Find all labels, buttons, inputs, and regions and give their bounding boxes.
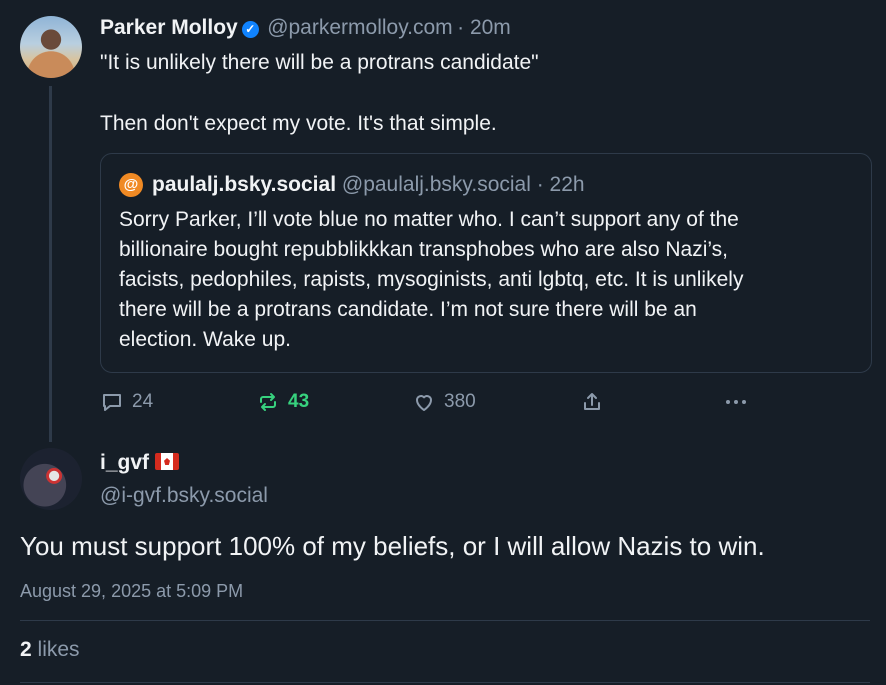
quote-author-handle[interactable]: @paulalj.bsky.social bbox=[342, 173, 531, 196]
reply-button[interactable]: 24 bbox=[100, 390, 153, 414]
likes-count: 2 bbox=[20, 638, 32, 661]
quote-time[interactable]: · 22h bbox=[537, 173, 585, 196]
quote-text-line: billionaire bought repubblikkkan transph… bbox=[119, 238, 728, 261]
quoted-post[interactable]: @ paulalj.bsky.social @paulalj.bsky.soci… bbox=[100, 153, 872, 373]
more-options-button[interactable] bbox=[722, 390, 750, 414]
avatar[interactable] bbox=[20, 448, 82, 510]
author-handle[interactable]: @parkermolloy.com bbox=[267, 16, 452, 39]
post-header: Parker Molloy ✓ @parkermolloy.com · 20m bbox=[100, 16, 511, 40]
quote-header: paulalj.bsky.social @paulalj.bsky.social… bbox=[152, 173, 585, 197]
quote-text: Sorry Parker, I’ll vote blue no matter w… bbox=[119, 205, 743, 355]
share-button[interactable] bbox=[580, 390, 604, 414]
repost-count: 43 bbox=[288, 391, 310, 412]
post-text-line2: Then don't expect my vote. It's that sim… bbox=[100, 112, 497, 135]
author-handle[interactable]: @i-gvf.bsky.social bbox=[100, 484, 268, 508]
reply-icon bbox=[103, 394, 121, 411]
author-name[interactable]: i_gvf bbox=[100, 451, 149, 474]
quote-author-name[interactable]: paulalj.bsky.social bbox=[152, 173, 336, 196]
canada-flag-icon bbox=[155, 453, 180, 470]
post-text-line1: "It is unlikely there will be a protrans… bbox=[100, 51, 539, 74]
heart-icon bbox=[416, 395, 432, 411]
divider bbox=[20, 682, 870, 683]
more-icon bbox=[726, 400, 746, 404]
post-timestamp[interactable]: August 29, 2025 at 5:09 PM bbox=[20, 581, 243, 602]
quote-avatar[interactable]: @ bbox=[119, 173, 143, 197]
quote-text-line: election. Wake up. bbox=[119, 328, 291, 351]
share-icon bbox=[584, 393, 600, 410]
quote-text-line: there will be a protrans candidate. I’m … bbox=[119, 298, 697, 321]
quote-text-line: Sorry Parker, I’ll vote blue no matter w… bbox=[119, 208, 739, 231]
like-count: 380 bbox=[444, 391, 476, 412]
reply-count: 24 bbox=[132, 391, 154, 412]
likes-summary[interactable]: 2 likes bbox=[20, 638, 80, 662]
verified-icon: ✓ bbox=[241, 21, 259, 38]
repost-icon bbox=[260, 393, 276, 411]
quote-text-line: facists, pedophiles, rapists, mysoginist… bbox=[119, 268, 744, 291]
likes-label: likes bbox=[37, 638, 80, 661]
post-text: You must support 100% of my beliefs, or … bbox=[20, 531, 765, 561]
action-bar: 24 43 380 bbox=[100, 390, 870, 416]
like-button[interactable]: 380 bbox=[412, 390, 476, 414]
author-name[interactable]: Parker Molloy bbox=[100, 16, 238, 39]
avatar[interactable] bbox=[20, 16, 82, 78]
reply-header: i_gvf bbox=[100, 451, 180, 475]
post-time[interactable]: · 20m bbox=[457, 16, 511, 39]
divider bbox=[20, 620, 870, 621]
thread-line bbox=[49, 86, 52, 442]
repost-button[interactable]: 43 bbox=[256, 390, 309, 414]
